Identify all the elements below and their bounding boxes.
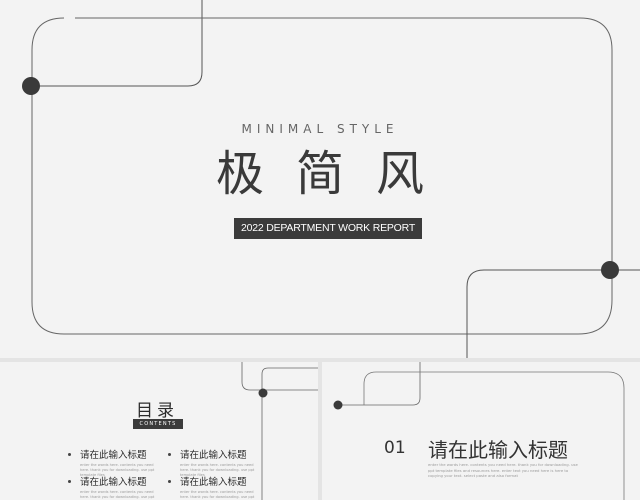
bullet-icon: [68, 452, 71, 456]
bullet-icon: [168, 452, 171, 456]
toc-subtitle: CONTENTS: [133, 419, 183, 429]
dot-top-left: [22, 77, 40, 95]
main-slide[interactable]: MINIMAL STYLE 极简风 2022 DEPARTMENT WORK R…: [0, 0, 640, 358]
toc-title: 目录: [136, 401, 178, 421]
toc-item[interactable]: 请在此输入标题 enter the words here. contents y…: [168, 474, 288, 500]
bullet-icon: [168, 479, 171, 483]
chapter-title: 请在此输入标题: [428, 438, 568, 462]
chapter-slide-thumbnail[interactable]: 01 请在此输入标题 enter the words here. content…: [322, 362, 640, 500]
bullet-icon: [68, 479, 71, 483]
toc-item-label: 请在此输入标题: [80, 450, 147, 461]
page-title: 极简风: [215, 146, 456, 202]
toc-item-label: 请在此输入标题: [80, 477, 147, 488]
toc-item-desc: enter the words here. contents you need …: [180, 490, 255, 499]
toc-item-label: 请在此输入标题: [180, 477, 247, 488]
toc-item-label: 请在此输入标题: [180, 450, 247, 461]
chapter-number: 01: [384, 438, 406, 458]
toc-item-desc: enter the words here. contents you need …: [80, 490, 155, 499]
toc-slide-thumbnail[interactable]: 目录 CONTENTS 请在此输入标题 enter the words here…: [0, 362, 318, 500]
chapter-desc: enter the words here. contents you need …: [428, 462, 578, 478]
dot-right: [601, 261, 619, 279]
decorative-lines: [333, 362, 625, 500]
subtitle: MINIMAL STYLE: [241, 122, 399, 136]
report-badge: 2022 DEPARTMENT WORK REPORT: [234, 218, 422, 239]
